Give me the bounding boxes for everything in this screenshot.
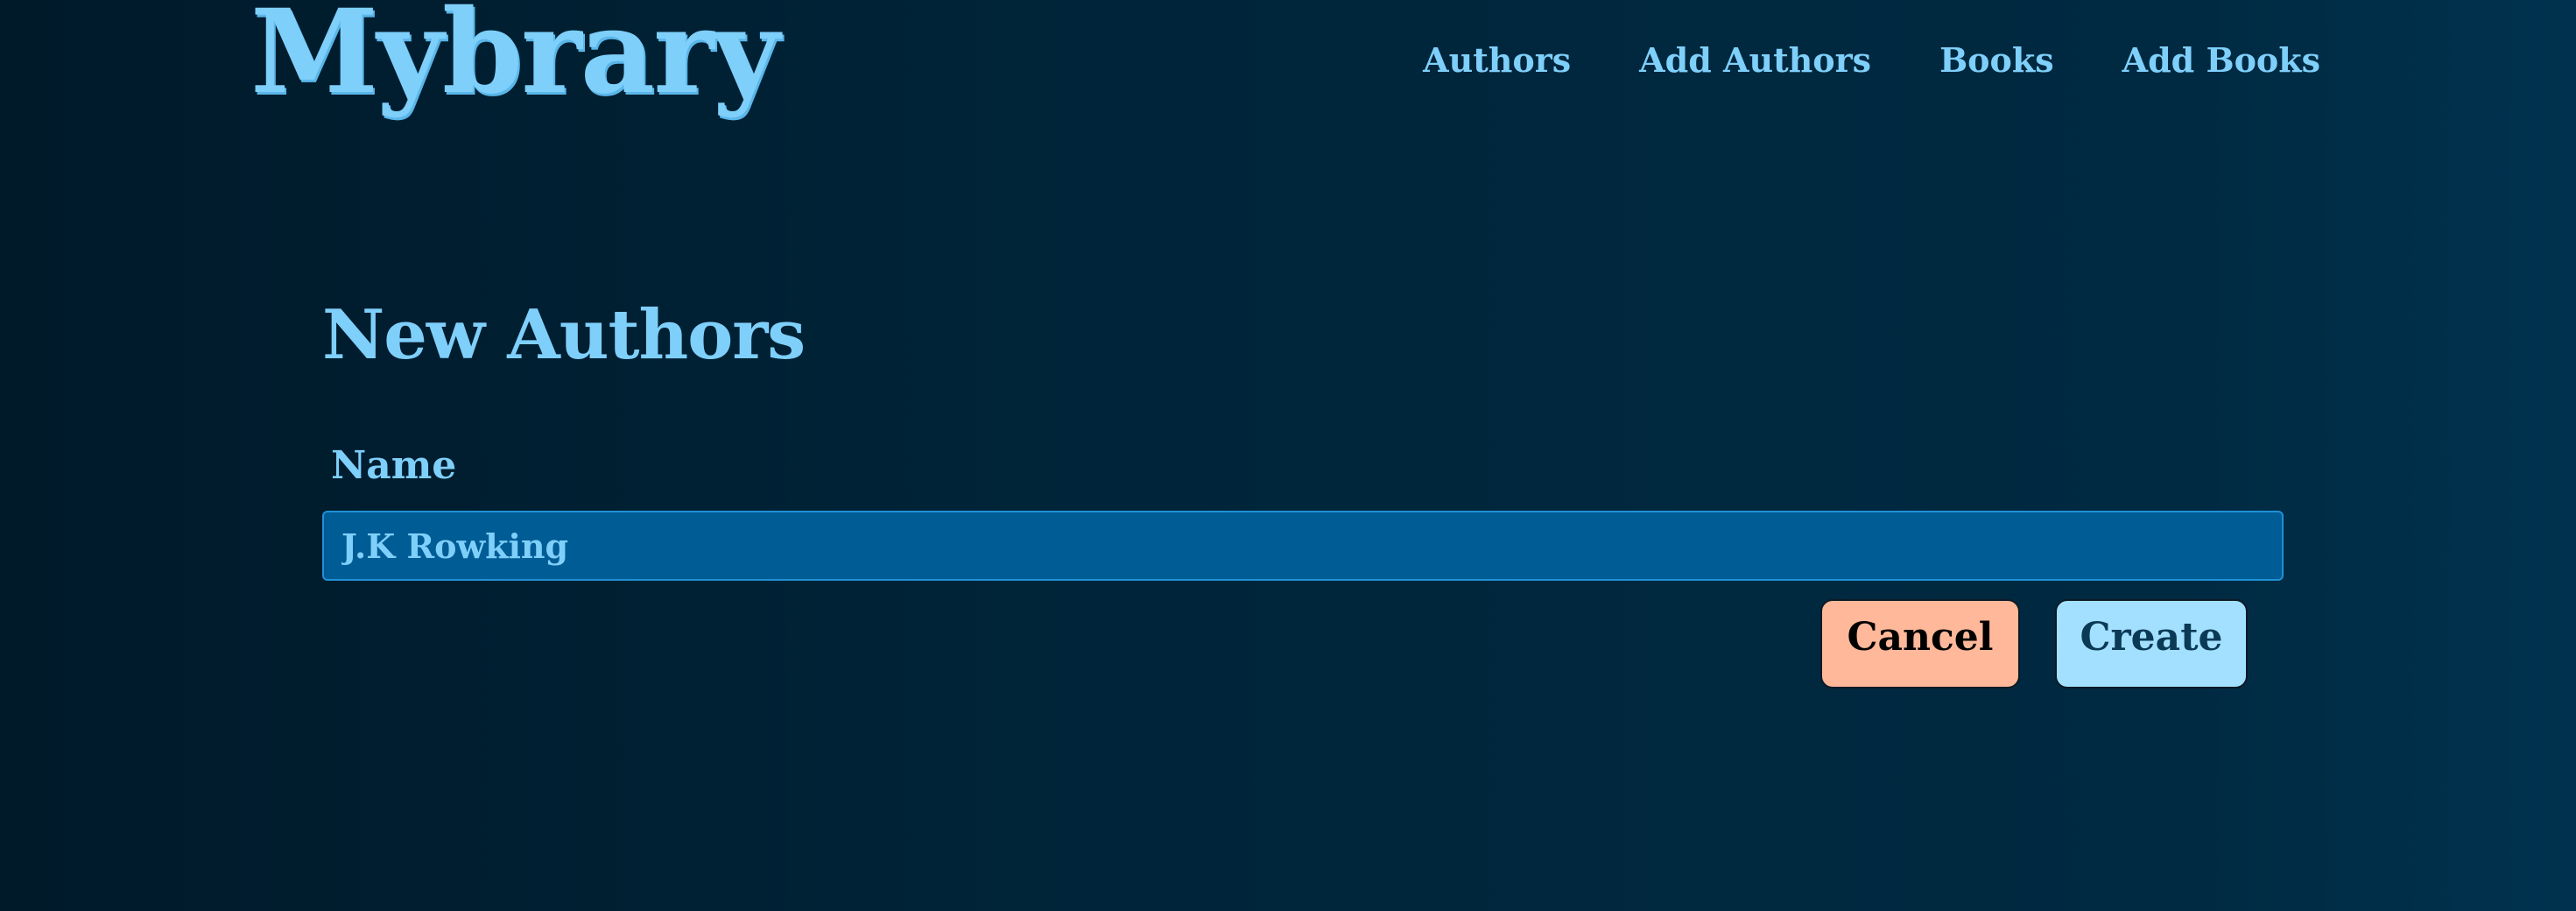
nav-item-books[interactable]: Books (1939, 44, 2054, 77)
cancel-button[interactable]: Cancel (1820, 599, 2020, 689)
main-nav: Authors Add Authors Books Add Books (1423, 44, 2320, 77)
name-input[interactable] (322, 511, 2284, 581)
name-label: Name (331, 443, 457, 488)
page-title: New Authors (322, 295, 806, 375)
nav-item-add-books[interactable]: Add Books (2122, 44, 2320, 77)
nav-item-add-authors[interactable]: Add Authors (1639, 44, 1871, 77)
logo-link[interactable]: Mybrary (250, 0, 779, 110)
create-button[interactable]: Create (2055, 599, 2248, 689)
nav-item-authors[interactable]: Authors (1423, 44, 1571, 77)
